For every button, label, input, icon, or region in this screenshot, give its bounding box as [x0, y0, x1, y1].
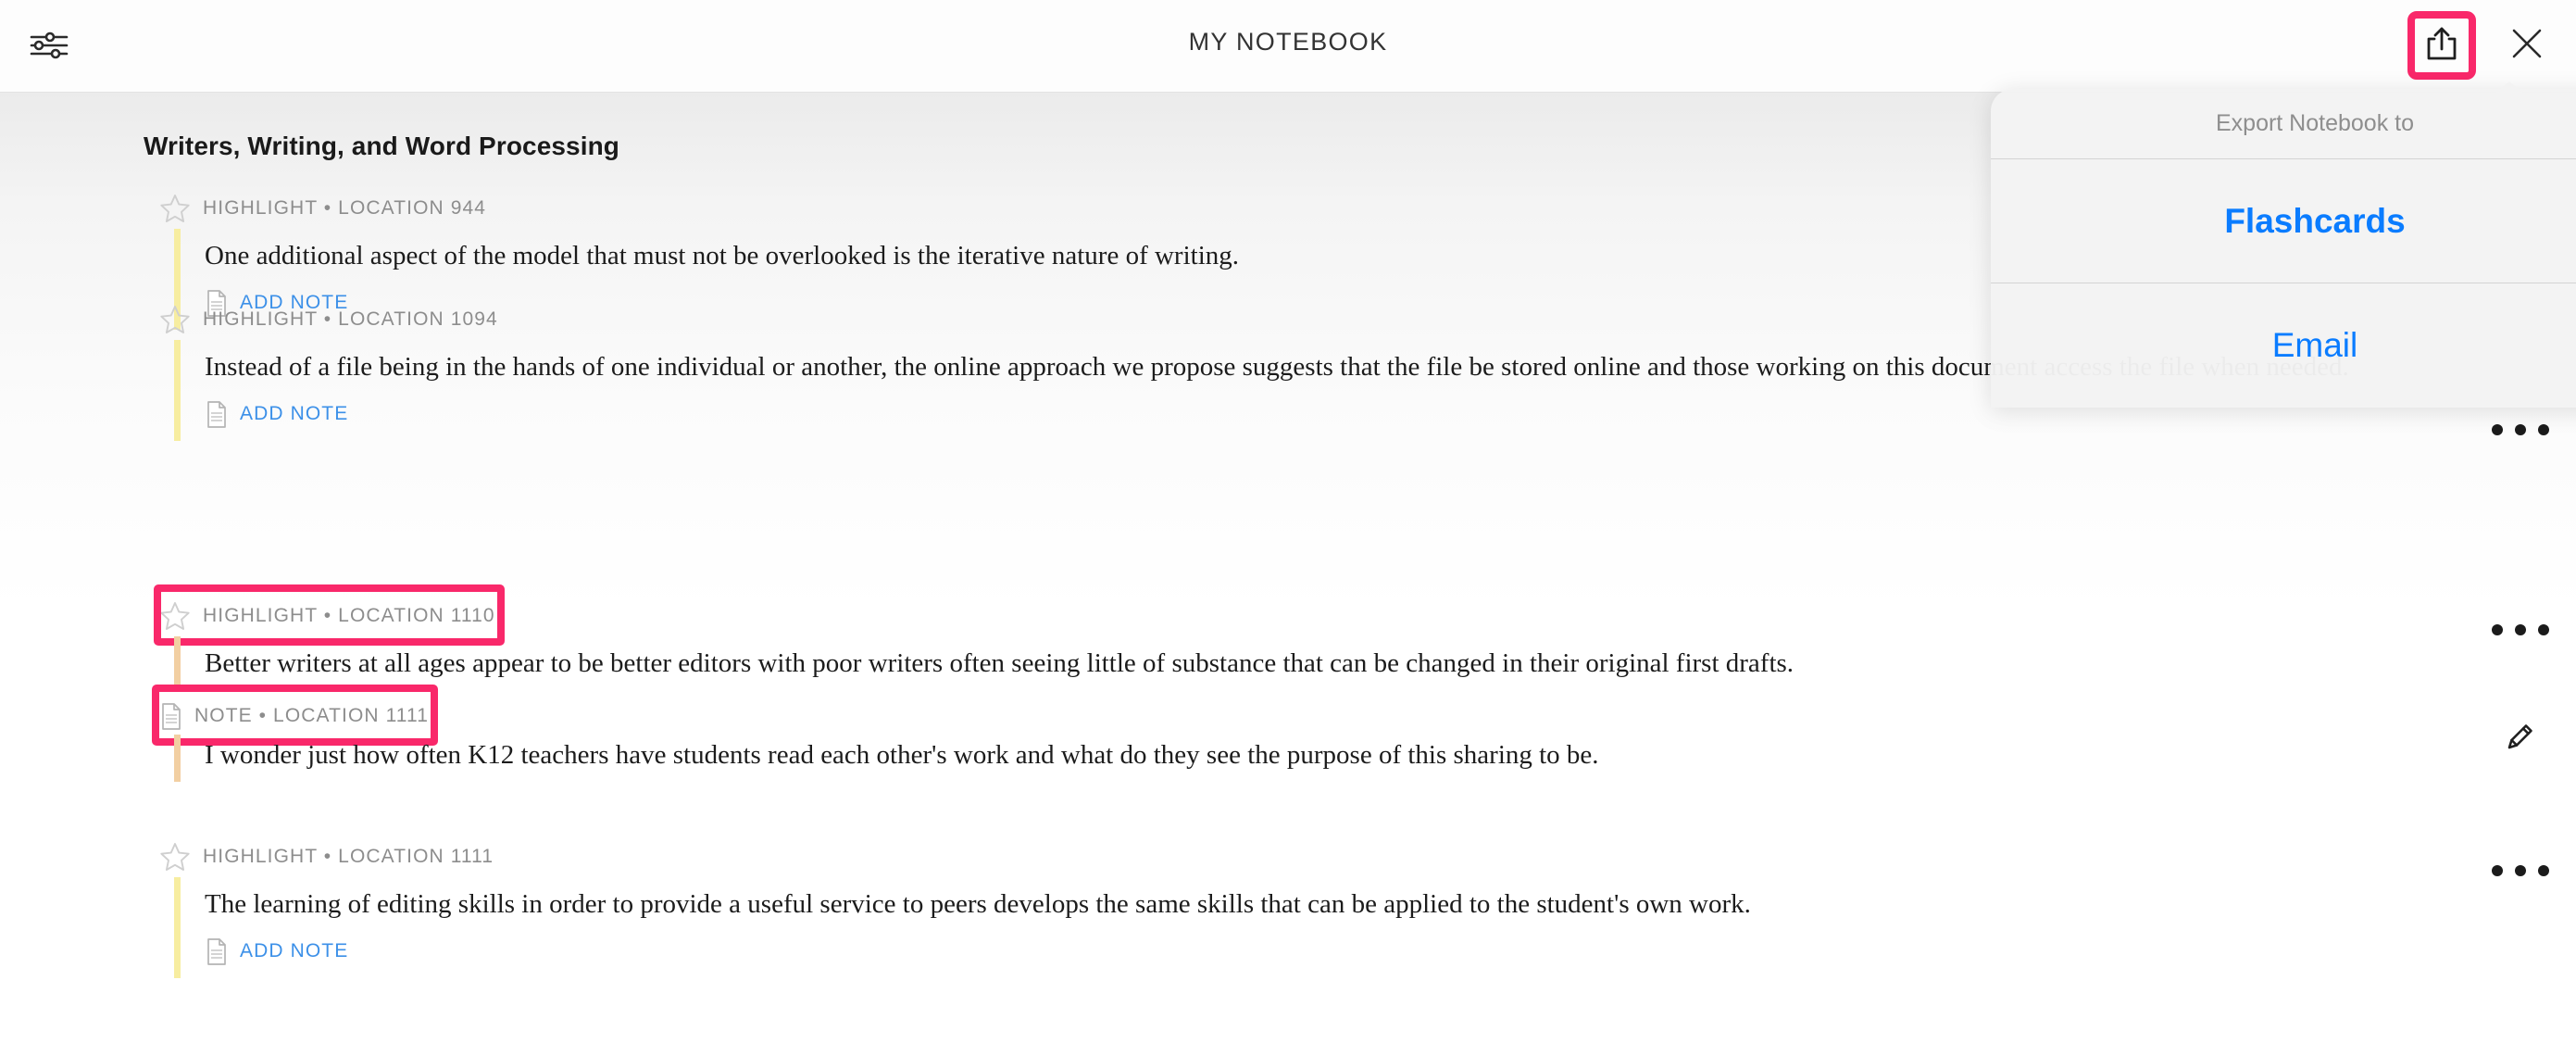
star-icon[interactable]: [159, 193, 191, 224]
note-edit-button[interactable]: [2465, 713, 2576, 763]
entry-meta[interactable]: HIGHLIGHT • LOCATION 1111: [159, 838, 494, 875]
pencil-icon: [2503, 719, 2538, 759]
add-note-button[interactable]: ADD NOTE: [205, 937, 348, 965]
export-option-label: Flashcards: [2224, 201, 2406, 240]
entry-meta-label: HIGHLIGHT • LOCATION 1111: [203, 846, 494, 867]
add-note-label: ADD NOTE: [240, 403, 349, 424]
export-option-flashcards[interactable]: Flashcards: [1991, 159, 2576, 283]
add-note-button[interactable]: ADD NOTE: [205, 400, 348, 428]
close-button[interactable]: [2498, 17, 2556, 74]
entry-meta[interactable]: HIGHLIGHT • LOCATION 944: [159, 190, 486, 227]
popover-arrow: [2491, 82, 2528, 96]
entry-meta-label: HIGHLIGHT • LOCATION 1094: [203, 308, 498, 330]
document-icon: [205, 400, 229, 428]
add-note-label: ADD NOTE: [240, 940, 349, 961]
highlight-quote: Better writers at all ages appear to be …: [174, 636, 2443, 690]
highlight-text: The learning of editing skills in order …: [205, 889, 1751, 919]
close-icon: [2507, 24, 2546, 68]
export-popover-heading: Export Notebook to: [1991, 89, 2576, 159]
export-option-label: Email: [2271, 326, 2358, 364]
notebook-screen: MY NOTEBOOK Writers, Writing, and Word P…: [0, 0, 2576, 1043]
notebook-entry: HIGHLIGHT • LOCATION 1110 Better writers…: [0, 584, 2576, 782]
star-icon[interactable]: [159, 304, 191, 335]
entry-meta[interactable]: HIGHLIGHT • LOCATION 1110: [154, 584, 505, 646]
note-quote: I wonder just how often K12 teachers hav…: [174, 735, 2443, 782]
entry-more-button[interactable]: [2465, 405, 2576, 455]
ellipsis-icon: [2492, 865, 2549, 876]
note-meta-label: NOTE • LOCATION 1111: [194, 705, 430, 726]
highlight-quote: The learning of editing skills in order …: [174, 877, 2443, 978]
note-meta[interactable]: NOTE • LOCATION 1111: [152, 685, 439, 746]
export-option-email[interactable]: Email: [1991, 283, 2576, 408]
header-actions: [2407, 11, 2556, 80]
ellipsis-icon: [2492, 624, 2549, 635]
document-icon: [205, 937, 229, 965]
entry-meta-label: HIGHLIGHT • LOCATION 1110: [203, 605, 495, 626]
section-title: Writers, Writing, and Word Processing: [144, 132, 620, 160]
document-icon: [159, 702, 183, 730]
ellipsis-icon: [2492, 424, 2549, 435]
note-text: I wonder just how often K12 teachers hav…: [205, 740, 1599, 770]
share-icon: [2424, 24, 2459, 68]
app-header: MY NOTEBOOK: [0, 0, 2576, 93]
star-icon[interactable]: [159, 600, 191, 632]
share-button[interactable]: [2407, 11, 2476, 80]
entry-more-button[interactable]: [2465, 846, 2576, 896]
entry-more-button[interactable]: [2465, 605, 2576, 655]
star-icon[interactable]: [159, 841, 191, 873]
entry-meta-label: HIGHLIGHT • LOCATION 944: [203, 197, 487, 219]
entry-meta[interactable]: HIGHLIGHT • LOCATION 1094: [159, 301, 498, 338]
export-popover: Export Notebook to Flashcards Email: [1991, 89, 2576, 408]
notebook-entry: HIGHLIGHT • LOCATION 1111 The learning o…: [0, 838, 2576, 978]
highlight-text: Better writers at all ages appear to be …: [205, 648, 1794, 678]
page-title: MY NOTEBOOK: [1188, 28, 1388, 56]
